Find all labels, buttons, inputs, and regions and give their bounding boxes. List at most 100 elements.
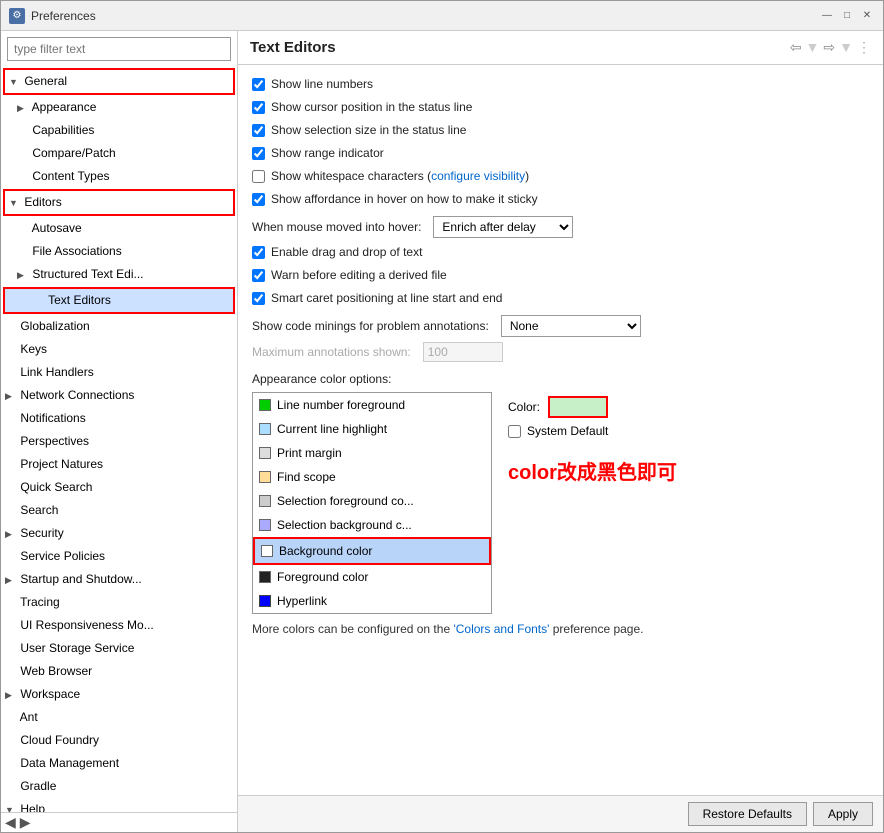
tree-item-service-policies[interactable]: Service Policies <box>1 545 237 568</box>
tree-item-data-management[interactable]: Data Management <box>1 752 237 775</box>
checkbox-smart-caret[interactable] <box>252 292 265 305</box>
spacer <box>17 168 29 186</box>
mouse-hover-select[interactable]: Enrich after delay Enrich immediately Ne… <box>433 216 573 238</box>
option-show-affordance: Show affordance in hover on how to make … <box>252 190 869 208</box>
expand-icon: ▶ <box>17 99 29 117</box>
menu-icon[interactable]: ⋮ <box>857 39 871 56</box>
color-controls: Color: System Default <box>508 396 677 438</box>
window-title: Preferences <box>31 9 819 23</box>
spacer <box>5 640 17 658</box>
page-title: Text Editors <box>250 39 336 56</box>
code-minings-select[interactable]: None Errors Errors, Warnings <box>501 315 641 337</box>
tree-item-network-connections[interactable]: ▶ Network Connections <box>1 384 237 407</box>
spacer <box>5 663 17 681</box>
color-item-selection-bg[interactable]: Selection background c... <box>253 513 491 537</box>
close-button[interactable]: ✕ <box>859 8 875 24</box>
tree-item-startup-shutdown[interactable]: ▶ Startup and Shutdow... <box>1 568 237 591</box>
tree-item-tracing[interactable]: Tracing <box>1 591 237 614</box>
annotation-text: color改成黑色即可 <box>508 456 677 485</box>
tree-item-cloud-foundry[interactable]: Cloud Foundry <box>1 729 237 752</box>
checkbox-drag-drop[interactable] <box>252 246 265 259</box>
maximize-button[interactable]: □ <box>839 8 855 24</box>
left-nav-forward[interactable]: ▶ <box>20 814 31 831</box>
expand-icon: ▼ <box>9 194 21 212</box>
color-item-selection-fg[interactable]: Selection foreground co... <box>253 489 491 513</box>
spacer <box>5 732 17 750</box>
tree-item-ui-responsiveness[interactable]: UI Responsiveness Mo... <box>1 614 237 637</box>
apply-button[interactable]: Apply <box>813 802 873 826</box>
color-item-current-line[interactable]: Current line highlight <box>253 417 491 441</box>
tree-item-help[interactable]: ▼ Help <box>1 798 237 812</box>
tree-item-ant[interactable]: Ant <box>1 706 237 729</box>
max-annotations-row: Maximum annotations shown: <box>252 342 869 362</box>
checkbox-show-selection-size[interactable] <box>252 124 265 137</box>
checkbox-warn-editing[interactable] <box>252 269 265 282</box>
color-item-hyperlink[interactable]: Hyperlink <box>253 589 491 613</box>
checkbox-show-affordance[interactable] <box>252 193 265 206</box>
color-list: Line number foreground Current line high… <box>252 392 492 614</box>
label-show-whitespace: Show whitespace characters (configure vi… <box>271 167 529 185</box>
tree-item-workspace[interactable]: ▶ Workspace <box>1 683 237 706</box>
spacer <box>5 594 17 612</box>
tree-item-link-handlers[interactable]: Link Handlers <box>1 361 237 384</box>
tree-item-structured-text[interactable]: ▶ Structured Text Edi... <box>1 263 237 286</box>
more-colors-text: More colors can be configured on the 'Co… <box>252 622 869 636</box>
tree-item-text-editors[interactable]: Text Editors <box>3 287 235 314</box>
system-default-checkbox[interactable] <box>508 425 521 438</box>
tree-item-file-assoc[interactable]: File Associations <box>1 240 237 263</box>
tree-item-keys[interactable]: Keys <box>1 338 237 361</box>
left-nav-back[interactable]: ◀ <box>5 814 16 831</box>
tree-item-autosave[interactable]: Autosave <box>1 217 237 240</box>
tree-item-search[interactable]: Search <box>1 499 237 522</box>
tree-item-project-natures[interactable]: Project Natures <box>1 453 237 476</box>
label-show-affordance: Show affordance in hover on how to make … <box>271 190 538 208</box>
color-item-find-scope[interactable]: Find scope <box>253 465 491 489</box>
tree-item-content-types[interactable]: Content Types <box>1 165 237 188</box>
color-item-line-number-fg[interactable]: Line number foreground <box>253 393 491 417</box>
code-minings-label: Show code minings for problem annotation… <box>252 319 489 333</box>
configure-visibility-link[interactable]: configure visibility <box>431 169 525 183</box>
color-picker-button[interactable] <box>548 396 608 418</box>
tree-item-security[interactable]: ▶ Security <box>1 522 237 545</box>
expand-icon: ▼ <box>5 801 17 812</box>
minimize-button[interactable]: — <box>819 8 835 24</box>
checkbox-show-whitespace[interactable] <box>252 170 265 183</box>
restore-defaults-button[interactable]: Restore Defaults <box>688 802 807 826</box>
tree-item-compare-patch[interactable]: Compare/Patch <box>1 142 237 165</box>
right-footer: Restore Defaults Apply <box>238 795 883 832</box>
color-swatch <box>259 519 271 531</box>
max-annotations-input[interactable] <box>423 342 503 362</box>
color-item-foreground[interactable]: Foreground color <box>253 565 491 589</box>
colors-fonts-link[interactable]: 'Colors and Fonts' <box>453 622 549 636</box>
tree-item-appearance[interactable]: ▶ Appearance <box>1 96 237 119</box>
checkbox-show-range-indicator[interactable] <box>252 147 265 160</box>
checkbox-show-cursor-position[interactable] <box>252 101 265 114</box>
expand-icon: ▼ <box>9 73 21 91</box>
spacer <box>5 479 17 497</box>
tree-item-globalization[interactable]: Globalization <box>1 315 237 338</box>
main-content: ▼ General ▶ Appearance Capabilities Comp… <box>1 31 883 832</box>
tree-item-gradle[interactable]: Gradle <box>1 775 237 798</box>
tree-item-editors[interactable]: ▼ Editors <box>3 189 235 216</box>
spacer <box>17 122 29 140</box>
code-minings-section: Show code minings for problem annotation… <box>252 315 869 337</box>
option-show-whitespace: Show whitespace characters (configure vi… <box>252 167 869 185</box>
tree-item-notifications[interactable]: Notifications <box>1 407 237 430</box>
color-item-background[interactable]: Background color <box>253 537 491 565</box>
tree-item-quick-search[interactable]: Quick Search <box>1 476 237 499</box>
tree-item-user-storage[interactable]: User Storage Service <box>1 637 237 660</box>
spacer <box>5 778 17 796</box>
color-item-print-margin[interactable]: Print margin <box>253 441 491 465</box>
color-options-container: Line number foreground Current line high… <box>252 392 869 614</box>
tree-item-capabilities[interactable]: Capabilities <box>1 119 237 142</box>
tree-item-web-browser[interactable]: Web Browser <box>1 660 237 683</box>
window-icon: ⚙ <box>9 8 25 24</box>
tree-item-general[interactable]: ▼ General <box>3 68 235 95</box>
filter-input[interactable] <box>7 37 231 61</box>
right-panel: Text Editors ⇦ ▼ ⇨ ▼ ⋮ Show line numbers <box>238 31 883 832</box>
mouse-hover-label: When mouse moved into hover: <box>252 220 421 234</box>
checkbox-show-line-numbers[interactable] <box>252 78 265 91</box>
color-swatch <box>259 595 271 607</box>
option-smart-caret: Smart caret positioning at line start an… <box>252 289 869 307</box>
tree-item-perspectives[interactable]: Perspectives <box>1 430 237 453</box>
